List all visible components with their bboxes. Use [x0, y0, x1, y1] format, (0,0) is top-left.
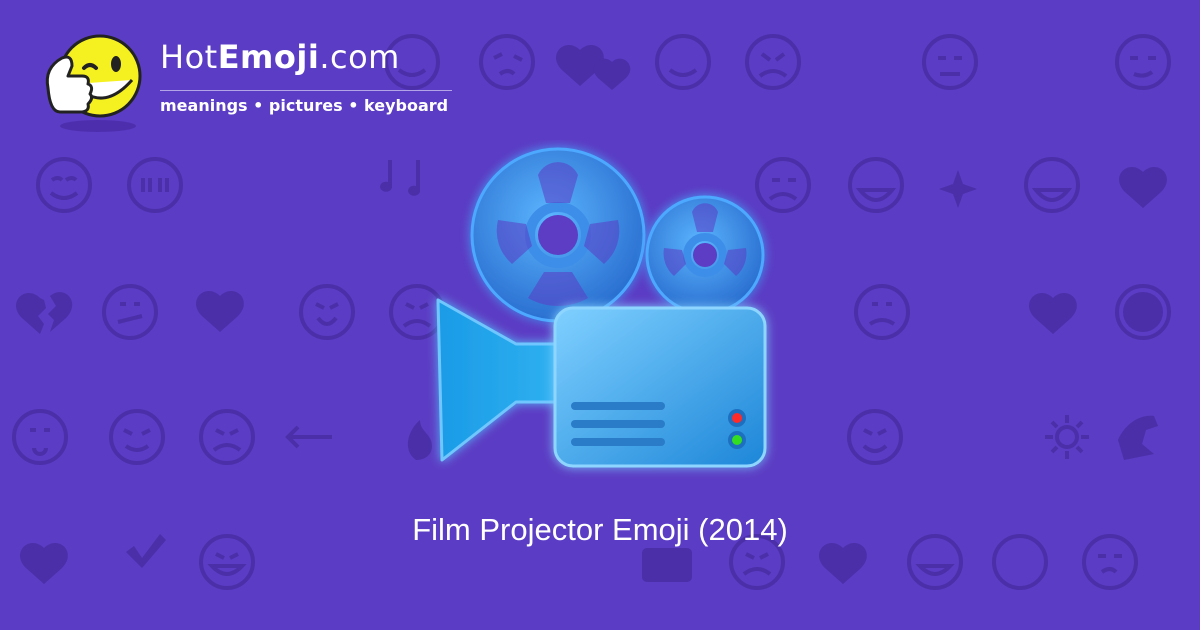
pattern-face-icon: [102, 284, 158, 340]
pattern-camera-icon: [642, 548, 692, 582]
site-tagline: meanings • pictures • keyboard: [160, 96, 449, 115]
pattern-sun-icon: [1045, 415, 1089, 459]
pattern-face-icon: [655, 34, 711, 90]
pattern-face-icon: [36, 157, 92, 213]
pattern-face-icon: [854, 284, 910, 340]
logo-divider: [160, 90, 452, 91]
pattern-sparkle-icon: [939, 170, 977, 208]
pattern-face-icon: [922, 34, 978, 90]
pattern-heart-icon: [1029, 292, 1077, 334]
site-name-hot: Hot: [160, 38, 218, 76]
emoji-title: Film Projector Emoji (2014): [412, 512, 788, 547]
pattern-muscle-icon: [1118, 415, 1158, 460]
green-indicator-light: [732, 435, 742, 445]
site-name: HotEmoji.com: [160, 38, 400, 76]
share-card: HotEmoji.com meanings • pictures • keybo…: [0, 0, 1200, 630]
pattern-face-icon: [1115, 34, 1171, 90]
pattern-face-icon: [109, 409, 165, 465]
small-film-reel: [645, 195, 765, 315]
pattern-face-icon: [299, 284, 355, 340]
pattern-heart-icon: [20, 542, 68, 584]
pattern-music-note-icon: [380, 160, 421, 196]
site-logo[interactable]: HotEmoji.com meanings • pictures • keybo…: [38, 30, 468, 140]
site-name-tld: .com: [319, 38, 400, 76]
pattern-face-icon: [12, 409, 68, 465]
projector-body: [553, 306, 767, 468]
red-indicator-light: [732, 413, 742, 423]
pattern-face-icon: [479, 34, 535, 90]
large-film-reel: [470, 147, 646, 323]
pattern-face-icon: [1024, 157, 1080, 213]
pattern-face-icon: [848, 157, 904, 213]
pattern-heart-icon: [196, 290, 244, 332]
winking-thumbs-up-icon: [45, 34, 142, 132]
film-projector-icon: [436, 147, 767, 468]
pattern-face-icon: [199, 409, 255, 465]
pattern-broken-heart-icon: [16, 292, 73, 334]
pattern-heart-icon: [1119, 166, 1167, 208]
pattern-face-icon: [127, 157, 183, 213]
projector-lens: [436, 298, 558, 462]
pattern-monkey-icon: [1123, 292, 1163, 332]
pattern-arrow-icon: [285, 425, 332, 449]
pattern-heart-icon: [593, 58, 631, 90]
pattern-heart-icon: [819, 542, 867, 584]
pattern-face-icon: [745, 34, 801, 90]
pattern-face-icon: [847, 409, 903, 465]
site-name-emoji: Emoji: [217, 38, 320, 76]
